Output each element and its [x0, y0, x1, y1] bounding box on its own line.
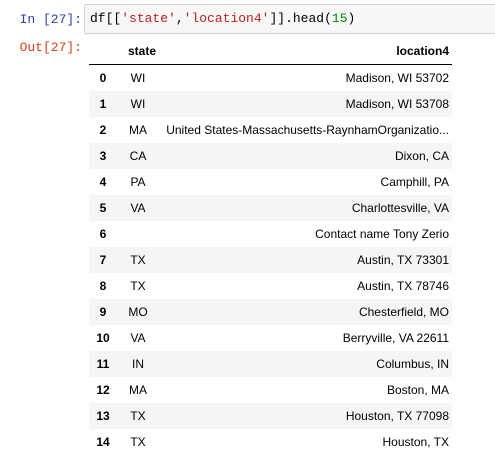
table-row: 14 TX Houston, TX	[89, 429, 452, 455]
header-location4: location4	[159, 38, 452, 65]
cell-state: TX	[130, 435, 146, 449]
code-token: )	[347, 11, 356, 26]
row-index: 4	[99, 175, 107, 189]
cell-location4: Boston, MA	[386, 383, 449, 397]
table-row: 4 PA Camphill, PA	[89, 169, 452, 195]
cell-location4: Austin, TX 78746	[357, 279, 449, 293]
cell-state: VA	[130, 331, 146, 345]
row-index: 8	[99, 279, 107, 293]
cell-location4: Contact name Tony Zerio	[315, 227, 449, 241]
cell-location4: Houston, TX 77098	[345, 409, 449, 423]
code-number: 15	[331, 11, 348, 26]
code-input-cell[interactable]: df[['state','location4']].head(15)	[84, 4, 495, 34]
cell-state: WI	[130, 97, 146, 111]
table-body: 0 WI Madison, WI 53702 1 WI Madison, WI 53708…	[89, 65, 452, 456]
row-index: 0	[99, 71, 107, 85]
cell-state: VA	[130, 201, 146, 215]
cell-location4: Dixon, CA	[394, 149, 449, 163]
cell-state: CA	[129, 149, 147, 163]
table-row: 13 TX Houston, TX 77098	[89, 403, 452, 429]
table-row: 0 WI Madison, WI 53702	[89, 65, 452, 92]
output-prompt: Out[27]:	[19, 40, 82, 55]
table-row: 6 Contact name Tony Zerio	[89, 221, 452, 247]
cell-location4: Charlottesville, VA	[351, 201, 449, 215]
header-index	[89, 38, 117, 65]
cell-location4: United States-Massachusetts-RaynhamOrgan…	[166, 123, 449, 137]
row-index: 12	[96, 383, 110, 397]
row-index: 5	[99, 201, 107, 215]
cell-location4: Madison, WI 53702	[345, 71, 449, 85]
table-row: 9 MO Chesterfield, MO	[89, 299, 452, 325]
dataframe-output-table: state location4 0 WI Madison, WI 53702 1 WI M…	[89, 38, 452, 455]
row-index: 1	[99, 97, 107, 111]
row-index: 6	[99, 227, 107, 241]
table-header-row: state location4	[89, 38, 452, 65]
cell-state: MA	[129, 123, 147, 137]
code-token: df[[	[90, 11, 122, 26]
cell-state: MO	[128, 305, 148, 319]
cell-state	[117, 221, 159, 247]
cell-location4: Austin, TX 73301	[357, 253, 449, 267]
cell-state: TX	[130, 279, 146, 293]
table-row: 5 VA Charlottesville, VA	[89, 195, 452, 221]
cell-state: PA	[130, 175, 146, 189]
cell-location4: Madison, WI 53708	[345, 97, 449, 111]
row-index: 9	[99, 305, 107, 319]
table-row: 8 TX Austin, TX 78746	[89, 273, 452, 299]
table-row: 12 MA Boston, MA	[89, 377, 452, 403]
cell-state: TX	[130, 409, 146, 423]
row-index: 11	[96, 357, 110, 371]
cell-location4: Camphill, PA	[380, 175, 449, 189]
cell-state: WI	[130, 71, 146, 85]
cell-location4: Houston, TX	[382, 435, 449, 449]
code-string-state: 'state'	[121, 11, 176, 26]
input-prompt: In [27]:	[19, 12, 82, 27]
cell-location4: Chesterfield, MO	[358, 305, 449, 319]
row-index: 3	[99, 149, 107, 163]
table-row: 2 MA United States-Massachusetts-RaynhamOr…	[89, 117, 452, 143]
code-string-location4: 'location4'	[183, 11, 270, 26]
cell-state: TX	[130, 253, 146, 267]
code-token: ]].head(	[269, 11, 332, 26]
cell-location4: Columbus, IN	[376, 357, 449, 371]
row-index: 13	[96, 409, 110, 423]
row-index: 10	[96, 331, 110, 345]
table-row: 1 WI Madison, WI 53708	[89, 91, 452, 117]
table-row: 3 CA Dixon, CA	[89, 143, 452, 169]
code-token: ,	[175, 11, 184, 26]
cell-state: MA	[129, 383, 147, 397]
table-row: 7 TX Austin, TX 73301	[89, 247, 452, 273]
row-index: 2	[99, 123, 107, 137]
row-index: 14	[96, 435, 110, 449]
row-index: 7	[99, 253, 107, 267]
header-state: state	[117, 38, 159, 65]
cell-location4: Berryville, VA 22611	[342, 331, 449, 345]
cell-state: IN	[132, 357, 144, 371]
table-row: 11 IN Columbus, IN	[89, 351, 452, 377]
table-row: 10 VA Berryville, VA 22611	[89, 325, 452, 351]
